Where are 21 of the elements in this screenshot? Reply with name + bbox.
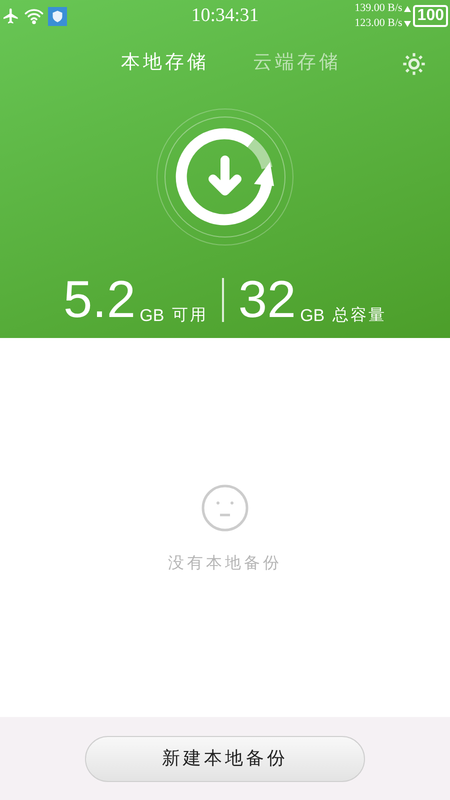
storage-tab[interactable]: 本地存储 [121,48,209,78]
storage-tab[interactable]: 云端存储 [253,48,341,78]
storage-unit: GB [140,307,164,324]
settings-icon[interactable] [401,51,427,77]
storage-label: 可用 [172,308,208,324]
storage-unit: GB [300,307,325,324]
neutral-face-icon [201,484,249,532]
battery-indicator: 100 [413,5,448,27]
airplane-icon [2,7,20,25]
empty-message: 没有本地备份 [168,554,282,574]
upload-speed: 139.00 B/s [354,1,402,16]
storage-label: 总容量 [332,308,387,324]
download-speed: 123.00 B/s [354,16,402,31]
up-triangle-icon [404,6,412,12]
new-backup-button[interactable]: 新建本地备份 [85,736,365,782]
wifi-icon [24,7,44,25]
storage-value: 32 [238,274,296,326]
down-triangle-icon [404,20,412,26]
storage-value: 5.2 [63,274,136,326]
clock-time: 10:34:31 [191,4,259,28]
shield-icon [48,6,67,26]
